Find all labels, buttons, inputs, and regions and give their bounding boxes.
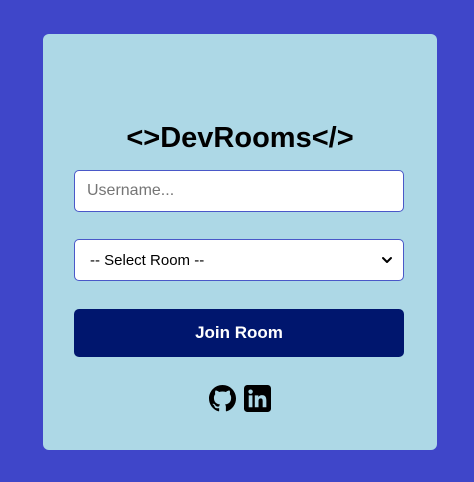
app-title: <>DevRooms</> xyxy=(126,122,354,154)
join-room-button[interactable]: Join Room xyxy=(74,309,404,357)
social-links xyxy=(43,385,437,412)
room-select-value: -- Select Room -- xyxy=(90,251,205,269)
join-card: <>DevRooms</> -- Select Room -- Join Roo… xyxy=(43,34,437,450)
linkedin-link[interactable] xyxy=(244,385,271,412)
github-link[interactable] xyxy=(209,385,236,412)
chevron-down-icon xyxy=(381,254,393,266)
room-select[interactable]: -- Select Room -- xyxy=(74,239,404,281)
github-icon xyxy=(209,385,236,412)
linkedin-icon xyxy=(244,385,271,412)
username-input[interactable] xyxy=(74,170,404,212)
